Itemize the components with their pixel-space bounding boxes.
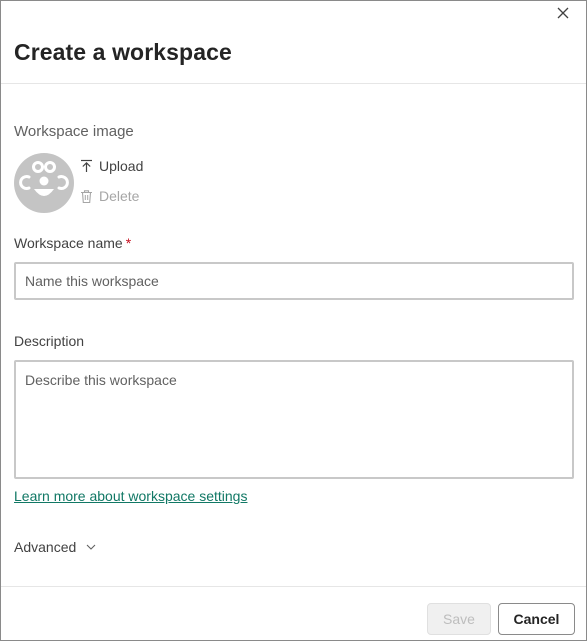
upload-arrow-icon <box>81 159 92 172</box>
workspace-avatar <box>14 153 74 213</box>
learn-more-link[interactable]: Learn more about workspace settings <box>14 488 247 504</box>
upload-label: Upload <box>99 158 144 174</box>
close-button[interactable] <box>554 4 572 22</box>
cancel-button[interactable]: Cancel <box>498 603 575 635</box>
delete-button[interactable]: Delete <box>80 188 139 204</box>
delete-label: Delete <box>99 188 140 204</box>
advanced-toggle[interactable]: Advanced <box>14 539 96 555</box>
description-textarea[interactable] <box>14 360 574 479</box>
footer-divider <box>1 586 586 587</box>
header-divider <box>1 83 586 84</box>
description-label: Description <box>14 333 85 349</box>
create-workspace-dialog: Create a workspace Workspace image Uploa… <box>0 0 587 641</box>
advanced-label: Advanced <box>14 539 77 555</box>
workspace-name-label-text: Workspace name <box>14 235 123 251</box>
close-icon <box>557 7 569 19</box>
required-marker: * <box>125 235 132 251</box>
workspace-name-input[interactable] <box>14 262 574 300</box>
workspace-name-label: Workspace name * <box>14 235 131 251</box>
workspace-image-label: Workspace image <box>14 123 134 140</box>
upload-button[interactable]: Upload <box>80 158 143 174</box>
trash-icon <box>81 189 92 203</box>
save-button[interactable]: Save <box>427 603 491 635</box>
workspace-face-icon <box>19 161 69 196</box>
chevron-down-icon <box>86 544 96 550</box>
dialog-title: Create a workspace <box>14 39 232 65</box>
